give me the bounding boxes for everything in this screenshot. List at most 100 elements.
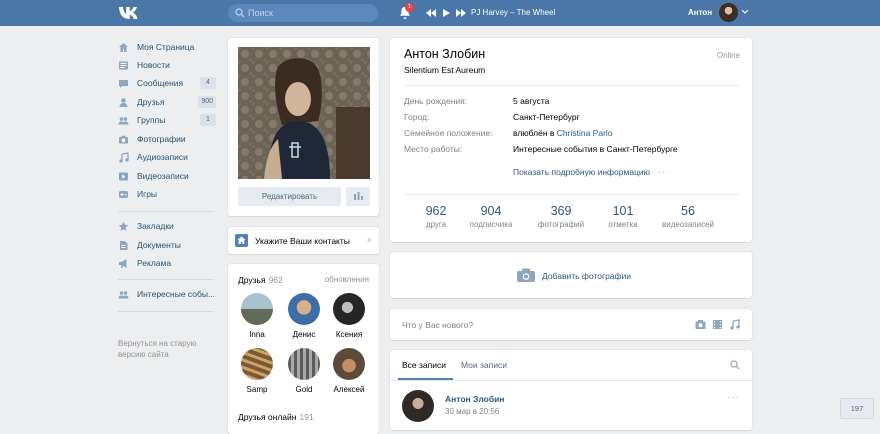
profile-info-card: Антон Злобин Silentium Est Aureum Online…	[390, 38, 752, 242]
profile-photo-card: Редактировать	[228, 38, 379, 216]
friend-item[interactable]: Денис	[281, 293, 327, 339]
sidebar-item-news[interactable]: Новости	[118, 57, 218, 73]
header-user-name[interactable]: Антон	[688, 8, 712, 18]
sidebar-item-groups[interactable]: Группы 1	[118, 112, 218, 128]
wall-card: Все записи Мои записи Антон Злобин 30 ма…	[390, 350, 752, 430]
friend-item[interactable]: Gold	[281, 348, 327, 394]
video-icon[interactable]	[712, 319, 723, 330]
show-more-info-link[interactable]: Показать подробную информацию ···	[513, 167, 670, 177]
tab-all-posts[interactable]: Все записи	[402, 360, 446, 370]
add-photos-card[interactable]: Добавить фотографии	[390, 252, 752, 298]
post-date[interactable]: 30 мар в 20:56	[445, 407, 499, 416]
post-input-placeholder[interactable]: Что у Вас нового?	[402, 320, 473, 330]
add-photos-button[interactable]: Добавить фотографии	[390, 252, 752, 299]
current-track-title[interactable]: PJ Harvey – The Wheel	[471, 8, 555, 18]
sidebar-item-documents[interactable]: Документы	[118, 237, 218, 253]
sidebar-divider	[118, 311, 213, 312]
sidebar-item-games[interactable]: Игры	[118, 186, 218, 202]
old-version-link[interactable]: Вернуться на старую версию сайта	[118, 338, 213, 360]
info-row-work: Место работы: Интересные события в Санкт…	[404, 144, 678, 154]
edit-profile-button[interactable]: Редактировать	[238, 187, 341, 206]
star-icon	[118, 221, 129, 231]
counter-tags[interactable]: 101 отметка	[603, 204, 643, 229]
document-icon	[120, 240, 128, 250]
counter-photos[interactable]: 369 фотографий	[534, 204, 588, 229]
friends-card: Друзья 962 обновления Inna Денис Ксения S…	[228, 264, 379, 434]
friends-icon	[119, 97, 128, 107]
profile-photo[interactable]	[238, 47, 370, 179]
online-indicator: Online	[716, 51, 740, 60]
top-bar: 1 PJ Harvey – The Wheel Антон	[0, 0, 880, 26]
friend-avatar	[333, 293, 365, 325]
previous-track-icon[interactable]	[426, 8, 436, 18]
contacts-notice[interactable]: Укажите Ваши контакты ×	[228, 227, 379, 254]
friend-avatar	[288, 348, 320, 380]
counters-divider	[404, 194, 740, 195]
sidebar-item-photos[interactable]: Фотографии	[118, 131, 218, 147]
messages-icon	[119, 79, 128, 88]
news-icon	[119, 61, 128, 69]
search-input[interactable]	[248, 5, 372, 21]
video-icon	[119, 172, 128, 180]
vk-logo-icon[interactable]	[118, 4, 142, 22]
profile-name: Антон Злобин	[404, 47, 486, 61]
info-row-birthday: День рождения: 5 августа	[404, 96, 550, 106]
camera-icon	[517, 268, 535, 282]
search-box[interactable]	[228, 4, 378, 22]
close-icon[interactable]: ×	[367, 235, 372, 245]
profile-counters: 962 друга 904 подписчика 369 фотографий 101…	[390, 196, 752, 242]
partner-link[interactable]: Christina Parlo	[557, 128, 613, 138]
groups-count-badge: 1	[200, 114, 216, 126]
info-row-relationship: Семейное положение: влюблён в Christina …	[404, 128, 613, 138]
tabs-divider	[390, 380, 752, 381]
post-menu-icon[interactable]: ···	[727, 392, 740, 403]
friend-avatar	[241, 293, 273, 325]
search-icon[interactable]	[730, 360, 740, 370]
friends-updates-link[interactable]: обновления	[325, 275, 369, 284]
people-icon	[118, 290, 129, 298]
friend-avatar	[333, 348, 365, 380]
sidebar-item-video[interactable]: Видеозаписи	[118, 168, 218, 184]
messages-count-badge: 4	[200, 77, 216, 89]
sidebar-item-audio[interactable]: Аудиозаписи	[118, 149, 218, 165]
music-note-icon[interactable]	[729, 319, 740, 330]
friends-heading[interactable]: Друзья 962	[238, 275, 283, 285]
friends-count-badge: 900	[198, 96, 216, 108]
tab-my-posts[interactable]: Мои записи	[461, 360, 507, 370]
post-composer[interactable]: Что у Вас нового?	[390, 309, 752, 340]
groups-icon	[118, 116, 129, 124]
sidebar-item-bookmarks[interactable]: Закладки	[118, 218, 218, 234]
friend-item[interactable]: Inna	[234, 293, 280, 339]
contacts-notice-text: Укажите Ваши контакты	[255, 236, 350, 246]
next-track-icon[interactable]	[456, 8, 466, 18]
friend-avatar	[241, 348, 273, 380]
sidebar-item-community[interactable]: Интересные собы...	[118, 286, 218, 302]
counter-friends[interactable]: 962 друга	[420, 204, 452, 229]
friend-item[interactable]: Алексей	[326, 348, 372, 394]
counter-videos[interactable]: 56 видеозаписей	[657, 204, 719, 229]
stats-button[interactable]	[346, 187, 370, 206]
post-author-name[interactable]: Антон Злобин	[445, 394, 504, 404]
info-divider	[404, 85, 740, 86]
sidebar-item-my-page[interactable]: Моя Страница	[118, 39, 218, 55]
home-icon	[119, 42, 128, 52]
music-note-icon	[119, 151, 129, 163]
friend-item[interactable]: Ксения	[326, 293, 372, 339]
play-icon[interactable]	[441, 8, 451, 18]
header-avatar[interactable]	[719, 3, 738, 22]
chevron-down-icon[interactable]	[742, 10, 748, 14]
page-counter-badge: 197	[840, 398, 874, 419]
post-author-avatar[interactable]	[402, 390, 434, 422]
camera-icon[interactable]	[695, 319, 706, 330]
gamepad-icon	[119, 190, 128, 198]
sidebar-item-ads[interactable]: Реклама	[118, 255, 218, 271]
profile-photo-image	[238, 47, 370, 179]
sidebar-item-messages[interactable]: Сообщения 4	[118, 75, 218, 91]
sidebar-divider	[118, 211, 213, 212]
sidebar-item-friends[interactable]: Друзья 900	[118, 94, 218, 110]
profile-status[interactable]: Silentium Est Aureum	[404, 65, 485, 75]
counter-followers[interactable]: 904 подписчика	[466, 204, 516, 229]
camera-icon	[119, 135, 128, 143]
friend-avatar	[288, 293, 320, 325]
friend-item[interactable]: Samp	[234, 348, 280, 394]
